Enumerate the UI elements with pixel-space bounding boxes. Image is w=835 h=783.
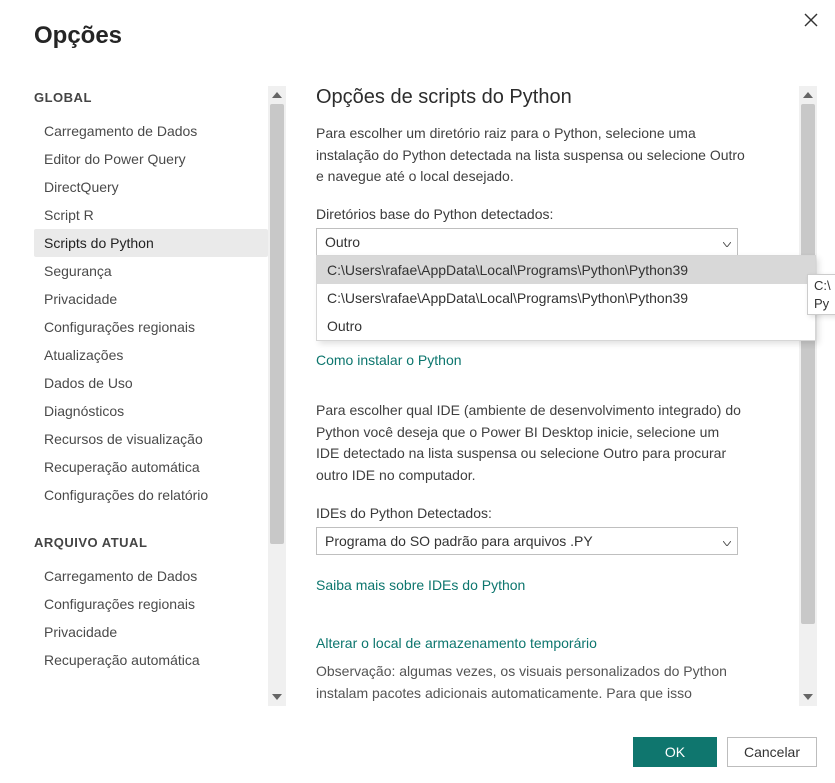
scroll-up-button[interactable] <box>799 86 817 104</box>
sidebar-item-cf-privacy[interactable]: Privacidade <box>34 618 268 646</box>
dropdown-option[interactable]: C:\Users\rafae\AppData\Local\Programs\Py… <box>317 284 815 312</box>
dropdown-option[interactable]: C:\Users\rafae\AppData\Local\Programs\Py… <box>317 256 815 284</box>
tooltip-line: C:\ <box>814 278 831 293</box>
dialog-title: Opções <box>34 22 817 50</box>
sidebar-item-report-settings[interactable]: Configurações do relatório <box>34 481 268 509</box>
scroll-down-button[interactable] <box>799 688 817 706</box>
close-icon <box>804 13 818 27</box>
sidebar-item-directquery[interactable]: DirectQuery <box>34 173 268 201</box>
sidebar-item-regional[interactable]: Configurações regionais <box>34 313 268 341</box>
chevron-up-icon <box>803 92 813 98</box>
temp-storage-heading[interactable]: Alterar o local de armazenamento temporá… <box>316 635 597 651</box>
sidebar-item-python-scripts[interactable]: Scripts do Python <box>34 229 268 257</box>
main-panel-wrap: Opções de scripts do Python Para escolhe… <box>316 86 817 706</box>
scrollbar-thumb[interactable] <box>801 104 815 624</box>
python-ide-selected-value: Programa do SO padrão para arquivos .PY <box>325 533 593 549</box>
sidebar-item-cf-auto-recovery[interactable]: Recuperação automática <box>34 646 268 674</box>
sidebar-section-current-file: ARQUIVO ATUAL <box>34 531 268 554</box>
python-dir-dropdown: C:\Users\rafae\AppData\Local\Programs\Py… <box>316 255 816 341</box>
sidebar-item-r-script[interactable]: Script R <box>34 201 268 229</box>
ok-button[interactable]: OK <box>633 737 717 767</box>
sidebar-item-power-query[interactable]: Editor do Power Query <box>34 145 268 173</box>
page-heading: Opções de scripts do Python <box>316 86 791 109</box>
sidebar-item-security[interactable]: Segurança <box>34 257 268 285</box>
dialog-body: GLOBAL Carregamento de Dados Editor do P… <box>34 86 817 706</box>
intro-text: Para escolher um diretório raiz para o P… <box>316 123 746 188</box>
sidebar-item-cf-data-load[interactable]: Carregamento de Dados <box>34 562 268 590</box>
python-dir-select[interactable]: Outro <box>316 228 738 256</box>
sidebar-item-diagnostics[interactable]: Diagnósticos <box>34 397 268 425</box>
chevron-down-icon <box>803 694 813 700</box>
sidebar-item-auto-recovery[interactable]: Recuperação automática <box>34 453 268 481</box>
sidebar-item-updates[interactable]: Atualizações <box>34 341 268 369</box>
tooltip-line: Py <box>814 296 829 311</box>
install-python-link[interactable]: Como instalar o Python <box>316 352 462 368</box>
chevron-down-icon <box>723 234 731 250</box>
cancel-button[interactable]: Cancelar <box>727 737 817 767</box>
sidebar-item-cf-regional[interactable]: Configurações regionais <box>34 590 268 618</box>
close-button[interactable] <box>799 8 823 32</box>
chevron-up-icon <box>272 92 282 98</box>
ide-label: IDEs do Python Detectados: <box>316 505 791 521</box>
scrollbar-thumb[interactable] <box>270 104 284 544</box>
sidebar-item-privacy[interactable]: Privacidade <box>34 285 268 313</box>
chevron-down-icon <box>272 694 282 700</box>
python-dir-selected-value: Outro <box>325 234 360 250</box>
main-panel: Opções de scripts do Python Para escolhe… <box>316 86 799 706</box>
dropdown-option[interactable]: Outro <box>317 312 815 340</box>
sidebar-scrollbar[interactable] <box>268 86 286 706</box>
sidebar-section-global: GLOBAL <box>34 86 268 109</box>
sidebar-item-usage-data[interactable]: Dados de Uso <box>34 369 268 397</box>
chevron-down-icon <box>723 533 731 549</box>
dialog-footer: OK Cancelar <box>633 737 817 767</box>
sidebar-list: GLOBAL Carregamento de Dados Editor do P… <box>34 86 268 706</box>
sidebar-item-data-load[interactable]: Carregamento de Dados <box>34 117 268 145</box>
python-ide-select[interactable]: Programa do SO padrão para arquivos .PY <box>316 527 738 555</box>
sidebar-item-preview-features[interactable]: Recursos de visualização <box>34 425 268 453</box>
ide-intro-text: Para escolher qual IDE (ambiente de dese… <box>316 400 746 487</box>
scroll-down-button[interactable] <box>268 688 286 706</box>
options-dialog: Opções GLOBAL Carregamento de Dados Edit… <box>0 0 835 783</box>
sidebar: GLOBAL Carregamento de Dados Editor do P… <box>34 86 286 706</box>
ide-learn-more-link[interactable]: Saiba mais sobre IDEs do Python <box>316 577 525 593</box>
python-dir-label: Diretórios base do Python detectados: <box>316 206 791 222</box>
main-scrollbar[interactable] <box>799 86 817 706</box>
path-tooltip: C:\ Py <box>807 274 835 315</box>
scroll-up-button[interactable] <box>268 86 286 104</box>
temp-storage-note: Observação: algumas vezes, os visuais pe… <box>316 661 756 704</box>
